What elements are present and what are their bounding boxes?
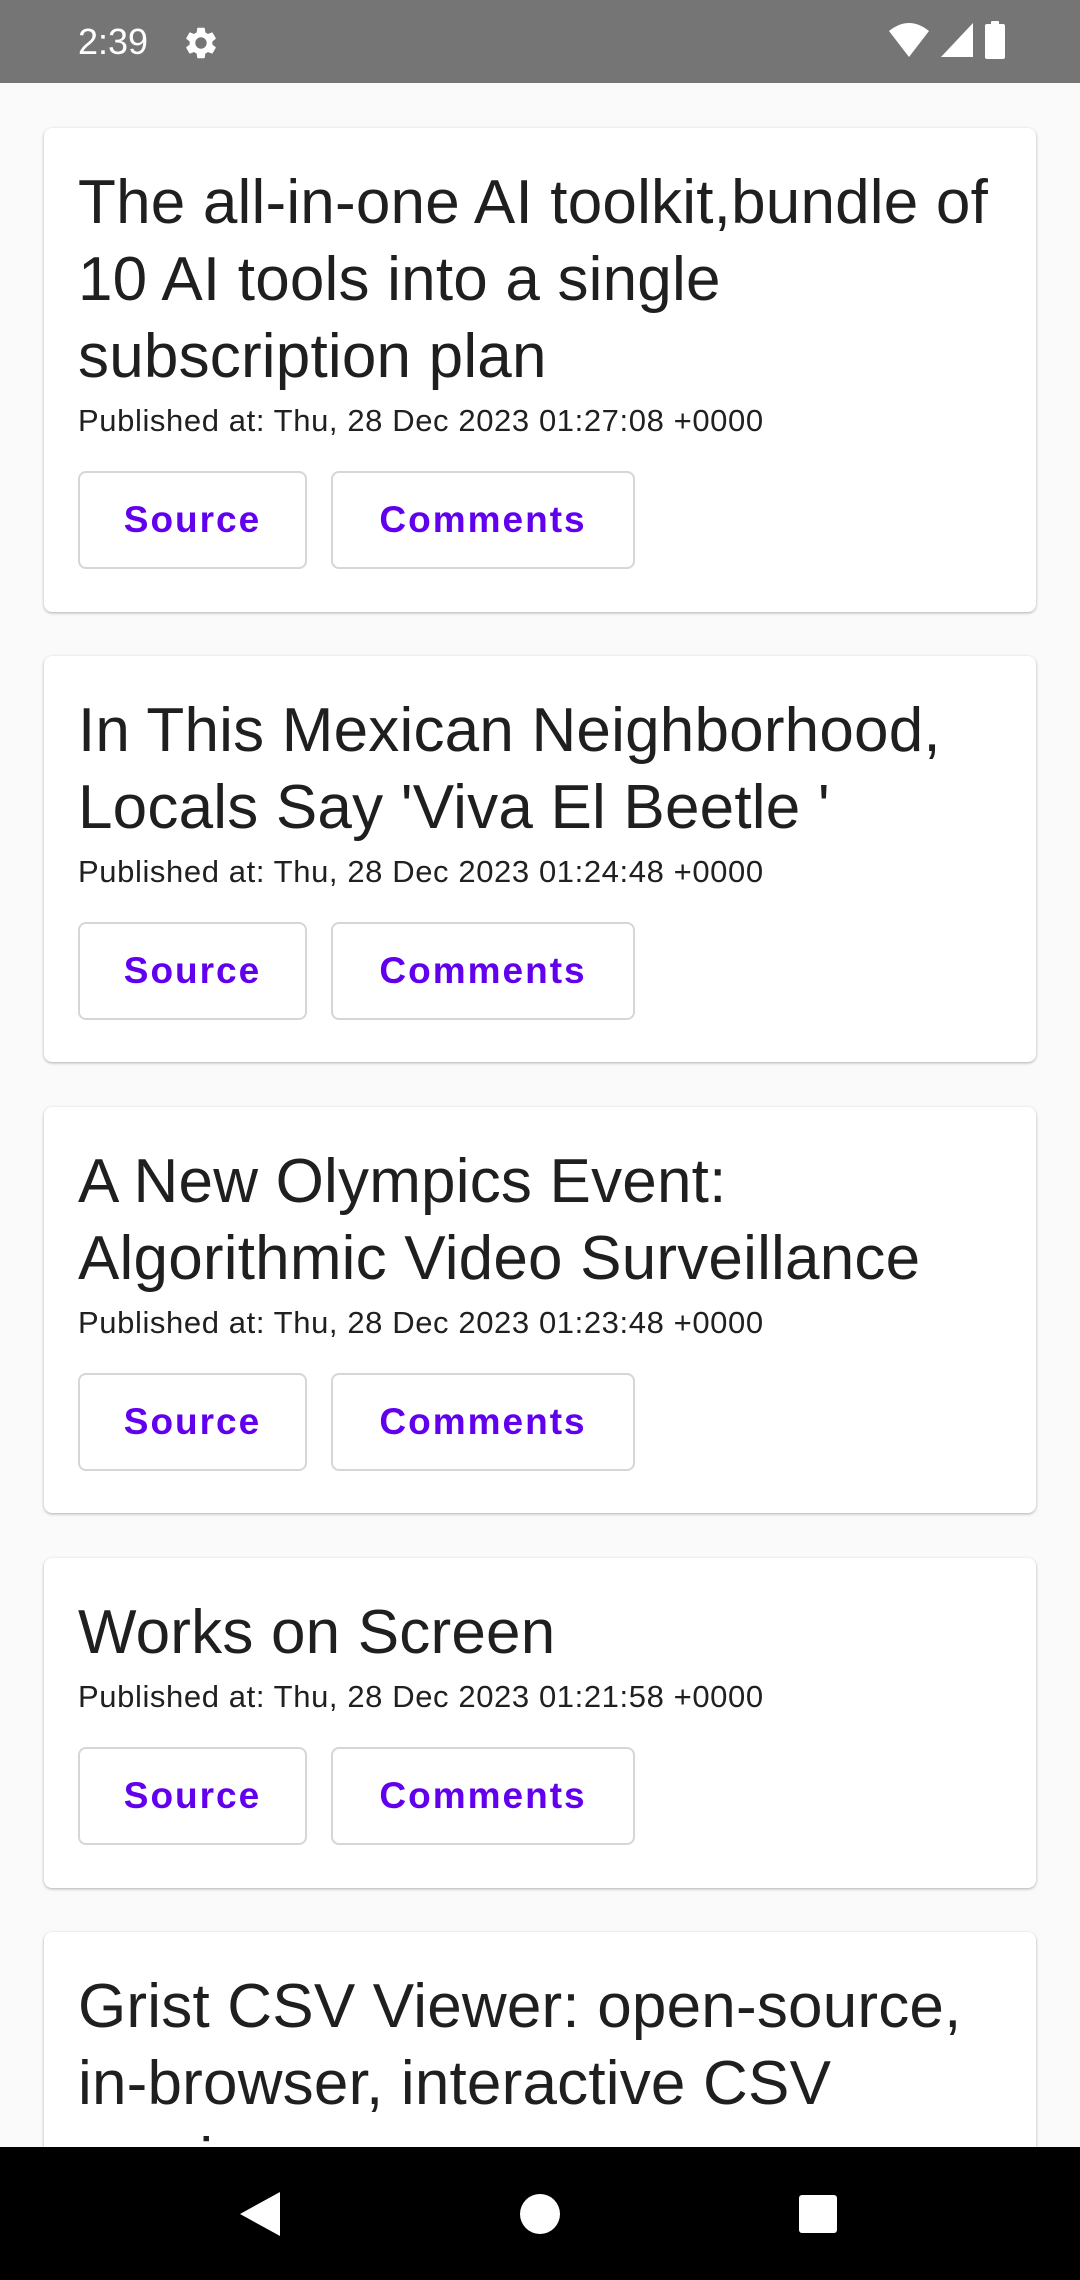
card-actions: Source Comments bbox=[78, 922, 1002, 1020]
article-card: The all-in-one AI toolkit,bundle of 10 A… bbox=[44, 128, 1036, 612]
source-button[interactable]: Source bbox=[78, 922, 307, 1020]
article-title[interactable]: Grist CSV Viewer: open-source, in-browse… bbox=[78, 1968, 1002, 2147]
article-title[interactable]: A New Olympics Event: Algorithmic Video … bbox=[78, 1143, 1002, 1297]
cell-signal-icon bbox=[940, 22, 974, 63]
source-button[interactable]: Source bbox=[78, 1747, 307, 1845]
comments-button[interactable]: Comments bbox=[331, 1373, 635, 1471]
article-card: In This Mexican Neighborhood, Locals Say… bbox=[44, 656, 1036, 1062]
article-title[interactable]: The all-in-one AI toolkit,bundle of 10 A… bbox=[78, 164, 1002, 395]
wifi-icon bbox=[888, 22, 930, 63]
published-date: Published at: Thu, 28 Dec 2023 01:24:48 … bbox=[78, 854, 764, 889]
published-date: Published at: Thu, 28 Dec 2023 01:27:08 … bbox=[78, 403, 764, 438]
battery-icon bbox=[984, 20, 1006, 64]
gear-icon bbox=[182, 24, 220, 62]
card-actions: Source Comments bbox=[78, 1373, 1002, 1471]
comments-button[interactable]: Comments bbox=[331, 922, 635, 1020]
article-title[interactable]: In This Mexican Neighborhood, Locals Say… bbox=[78, 692, 1002, 846]
article-card: Grist CSV Viewer: open-source, in-browse… bbox=[44, 1932, 1036, 2147]
status-icons bbox=[888, 20, 1006, 64]
navigation-bar bbox=[0, 2147, 1080, 2280]
article-card: A New Olympics Event: Algorithmic Video … bbox=[44, 1107, 1036, 1513]
home-icon[interactable] bbox=[480, 2147, 600, 2280]
comments-button[interactable]: Comments bbox=[331, 471, 635, 569]
back-icon[interactable] bbox=[200, 2147, 320, 2280]
article-card: Works on Screen Published at: Thu, 28 De… bbox=[44, 1558, 1036, 1888]
comments-button[interactable]: Comments bbox=[331, 1747, 635, 1845]
card-actions: Source Comments bbox=[78, 1747, 1002, 1845]
source-button[interactable]: Source bbox=[78, 1373, 307, 1471]
article-title[interactable]: Works on Screen bbox=[78, 1594, 1002, 1671]
recents-icon[interactable] bbox=[758, 2147, 878, 2280]
screen: 2:39 The all-in-one AI toolkit,bundle of… bbox=[0, 0, 1080, 2280]
source-button[interactable]: Source bbox=[78, 471, 307, 569]
status-time: 2:39 bbox=[78, 21, 149, 62]
published-date: Published at: Thu, 28 Dec 2023 01:21:58 … bbox=[78, 1679, 764, 1714]
status-bar: 2:39 bbox=[0, 0, 1080, 83]
card-actions: Source Comments bbox=[78, 471, 1002, 569]
article-feed[interactable]: The all-in-one AI toolkit,bundle of 10 A… bbox=[0, 83, 1080, 2147]
published-date: Published at: Thu, 28 Dec 2023 01:23:48 … bbox=[78, 1305, 764, 1340]
